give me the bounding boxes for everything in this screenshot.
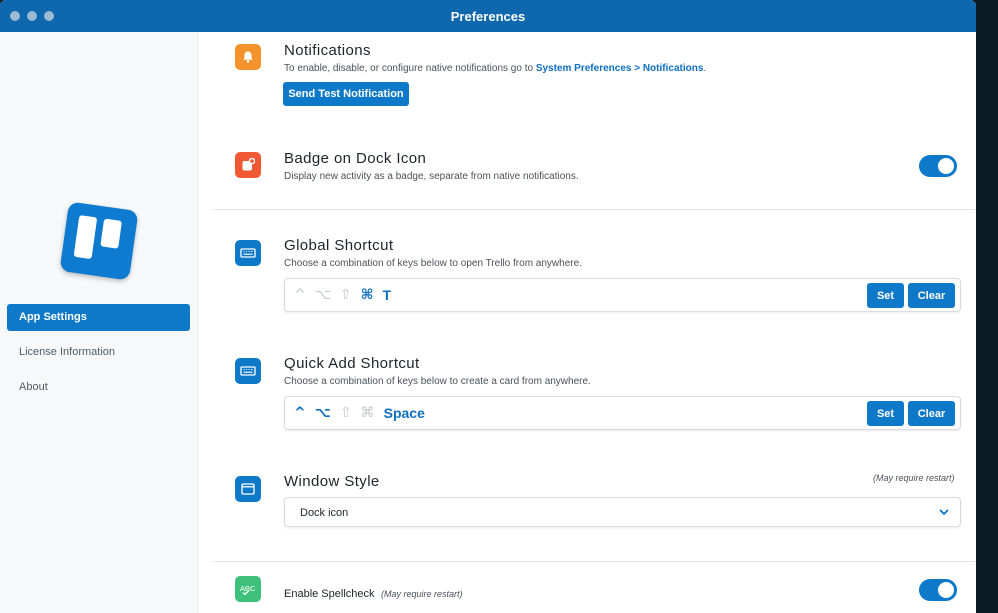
option-key-icon: ⌥ <box>314 405 331 421</box>
sidebar-item-license-information[interactable]: License Information <box>7 339 190 366</box>
window-controls <box>10 11 54 21</box>
window-icon <box>235 476 261 502</box>
shift-key-icon: ⇧ <box>339 405 352 421</box>
spellcheck-title: Enable Spellcheck <box>284 588 375 600</box>
option-key-icon: ⌥ <box>314 287 331 303</box>
notifications-title: Notifications <box>284 42 371 59</box>
bell-icon <box>235 44 261 70</box>
spellcheck-toggle[interactable] <box>919 579 957 601</box>
minimize-window-button[interactable] <box>27 11 37 21</box>
spellcheck-label: Enable Spellcheck (May require restart) <box>284 584 463 602</box>
sidebar-item-about[interactable]: About <box>7 374 190 401</box>
control-key-icon: ^ <box>294 287 306 303</box>
preferences-window: Preferences App Settings License Informa… <box>0 0 976 613</box>
close-window-button[interactable] <box>10 11 20 21</box>
clear-shortcut-button[interactable]: Clear <box>908 401 955 426</box>
restart-note: (May require restart) <box>380 589 463 599</box>
notifications-description: To enable, disable, or configure native … <box>284 63 706 74</box>
quick-add-title: Quick Add Shortcut <box>284 355 420 372</box>
badge-section: Badge on Dock Icon Display new activity … <box>235 150 961 202</box>
chevron-down-icon <box>938 505 950 523</box>
global-shortcut-field[interactable]: ^ ⌥ ⇧ ⌘ T Set Clear <box>284 278 961 312</box>
command-key-icon: ⌘ <box>360 405 375 421</box>
notifications-desc-suffix: . <box>703 63 707 74</box>
spellcheck-section: ABC Enable Spellcheck (May require resta… <box>235 576 961 613</box>
badge-title: Badge on Dock Icon <box>284 150 427 167</box>
badge-icon <box>235 152 261 178</box>
system-preferences-link[interactable]: System Preferences > Notifications <box>536 63 704 74</box>
shortcut-key: Space <box>383 405 425 421</box>
notifications-section: Notifications To enable, disable, or con… <box>235 42 961 124</box>
window-style-title: Window Style <box>284 473 380 490</box>
quick-add-shortcut-section: Quick Add Shortcut Choose a combination … <box>235 355 961 438</box>
set-shortcut-button[interactable]: Set <box>867 401 904 426</box>
quick-add-shortcut-field[interactable]: ^ ⌥ ⇧ ⌘ Space Set Clear <box>284 396 961 430</box>
keyboard-icon <box>235 358 261 384</box>
toggle-knob <box>938 582 954 598</box>
badge-toggle[interactable] <box>919 155 957 177</box>
zoom-window-button[interactable] <box>44 11 54 21</box>
set-shortcut-button[interactable]: Set <box>867 283 904 308</box>
shortcut-key: T <box>382 287 392 303</box>
toggle-knob <box>938 158 954 174</box>
settings-content: Notifications To enable, disable, or con… <box>199 32 976 613</box>
section-divider <box>213 209 975 210</box>
notifications-desc-text: To enable, disable, or configure native … <box>284 63 536 74</box>
section-divider <box>213 561 975 562</box>
control-key-icon: ^ <box>294 405 306 421</box>
global-shortcut-description: Choose a combination of keys below to op… <box>284 258 582 269</box>
window-style-section: Window Style (May require restart) Dock … <box>235 473 961 536</box>
global-shortcut-section: Global Shortcut Choose a combination of … <box>235 237 961 320</box>
shortcut-keys: ^ ⌥ ⇧ ⌘ T <box>294 279 391 311</box>
command-key-icon: ⌘ <box>360 287 374 303</box>
clear-shortcut-button[interactable]: Clear <box>908 283 955 308</box>
keyboard-icon <box>235 240 261 266</box>
quick-add-description: Choose a combination of keys below to cr… <box>284 376 591 387</box>
shortcut-keys: ^ ⌥ ⇧ ⌘ Space <box>294 397 425 429</box>
sidebar-item-app-settings[interactable]: App Settings <box>7 304 190 331</box>
window-style-select[interactable]: Dock icon <box>284 497 961 527</box>
sidebar: App Settings License Information About <box>0 32 198 613</box>
trello-logo <box>59 201 139 281</box>
send-test-notification-button[interactable]: Send Test Notification <box>283 82 409 106</box>
badge-description: Display new activity as a badge, separat… <box>284 171 579 182</box>
restart-note: (May require restart) <box>873 473 955 483</box>
window-style-value: Dock icon <box>300 507 349 519</box>
spellcheck-icon: ABC <box>235 576 261 602</box>
global-shortcut-title: Global Shortcut <box>284 237 394 254</box>
shift-key-icon: ⇧ <box>339 287 352 303</box>
title-bar: Preferences <box>0 0 976 32</box>
sidebar-nav: App Settings License Information About <box>7 304 190 409</box>
window-title: Preferences <box>450 8 526 24</box>
